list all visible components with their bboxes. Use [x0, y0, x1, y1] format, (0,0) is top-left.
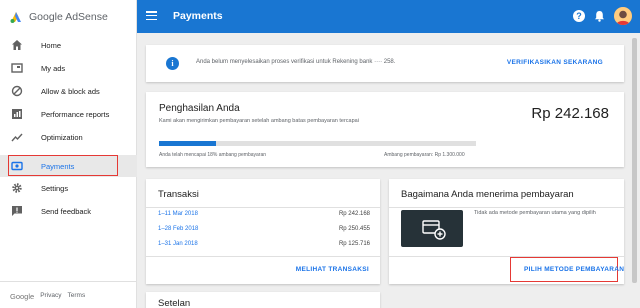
sidebar-item-label: Home — [41, 40, 62, 50]
page-title: Payments — [173, 10, 223, 22]
earnings-title: Penghasilan Anda — [159, 103, 240, 114]
transactions-card: Transaksi 1–11 Mar 2018 Rp 242.168 1–28 … — [146, 179, 380, 284]
sidebar-footer: Google Privacy Terms — [10, 292, 85, 301]
transaction-amount: Rp 125.716 — [338, 241, 370, 247]
table-row[interactable]: 1–28 Feb 2018 Rp 250.455 — [158, 226, 370, 238]
table-row[interactable]: 1–11 Mar 2018 Rp 242.168 — [158, 211, 370, 223]
menu-icon[interactable] — [146, 11, 157, 21]
earnings-subtitle: Kami akan mengirimkan pembayaran setelah… — [159, 118, 359, 124]
terms-link[interactable]: Terms — [68, 292, 86, 301]
earnings-amount: Rp 242.168 — [531, 105, 609, 122]
app-name: Google AdSense — [29, 11, 108, 23]
ads-icon — [11, 63, 23, 73]
card-divider — [389, 207, 624, 208]
sidebar-item-label: Send feedback — [41, 206, 92, 216]
transaction-amount: Rp 250.455 — [338, 226, 370, 232]
sidebar: Google AdSense Home My ads Allow & block… — [0, 0, 137, 308]
adsense-logo-icon — [10, 12, 21, 23]
verification-banner: i Anda belum menyelesaikan proses verifi… — [146, 45, 624, 82]
sidebar-item-label: Optimization — [41, 132, 83, 142]
sidebar-item-home[interactable]: Home — [0, 34, 137, 56]
reports-icon — [12, 109, 22, 119]
sidebar-item-allow-block-ads[interactable]: Allow & block ads — [0, 80, 137, 102]
info-icon: i — [166, 57, 179, 70]
earnings-card: Penghasilan Anda Kami akan mengirimkan p… — [146, 92, 624, 167]
payment-method-title: Bagaimana Anda menerima pembayaran — [401, 189, 574, 200]
verification-message: Anda belum menyelesaikan proses verifika… — [196, 59, 396, 65]
trending-icon — [11, 133, 23, 142]
transaction-date[interactable]: 1–31 Jan 2018 — [158, 241, 198, 247]
settings-card: Setelan — [146, 292, 380, 308]
sidebar-item-send-feedback[interactable]: Send feedback — [0, 200, 137, 222]
bell-icon[interactable] — [594, 10, 605, 22]
transaction-date[interactable]: 1–11 Mar 2018 — [158, 211, 198, 217]
top-app-bar: Payments ? — [137, 0, 640, 33]
settings-title: Setelan — [158, 298, 191, 308]
scrollbar[interactable] — [632, 38, 637, 283]
gear-icon — [12, 183, 22, 193]
sidebar-item-performance-reports[interactable]: Performance reports — [0, 103, 137, 125]
feedback-icon — [12, 206, 22, 216]
verify-now-button[interactable]: VERIFIKASIKAN SEKARANG — [507, 59, 603, 66]
sidebar-divider — [0, 281, 137, 282]
threshold-text: Ambang pembayaran: Rp 1.300.000 — [384, 152, 465, 158]
adsense-logo[interactable]: Google AdSense — [9, 9, 108, 25]
sidebar-item-label: My ads — [41, 63, 66, 73]
payment-threshold-progress — [159, 141, 476, 146]
sidebar-item-label: Settings — [41, 183, 69, 193]
home-icon — [12, 40, 22, 50]
transaction-date[interactable]: 1–28 Feb 2018 — [158, 226, 198, 232]
card-divider — [146, 207, 380, 208]
sidebar-item-optimization[interactable]: Optimization — [0, 126, 137, 148]
choose-payment-method-label: PILIH METODE PEMBAYARAN — [524, 266, 625, 273]
payment-card-illustration — [401, 210, 463, 247]
sidebar-item-settings[interactable]: Settings — [0, 177, 137, 199]
sidebar-item-label: Allow & block ads — [41, 86, 100, 96]
sidebar-item-my-ads[interactable]: My ads — [0, 57, 137, 79]
transactions-title: Transaksi — [158, 189, 199, 200]
privacy-link[interactable]: Privacy — [40, 292, 61, 301]
progress-fill — [159, 141, 217, 146]
block-icon — [11, 85, 23, 97]
no-payment-method-text: Tidak ada metode pembayaran utama yang d… — [474, 210, 596, 216]
payment-method-card: Bagaimana Anda menerima pembayaran Tidak… — [389, 179, 624, 284]
transaction-amount: Rp 242.168 — [338, 211, 370, 217]
choose-payment-method-button[interactable]: PILIH METODE PEMBAYARAN — [510, 257, 624, 282]
avatar-image — [614, 7, 632, 25]
card-divider — [146, 256, 380, 257]
google-wordmark: Google — [10, 292, 35, 301]
table-row[interactable]: 1–31 Jan 2018 Rp 125.716 — [158, 241, 370, 253]
view-transactions-button[interactable]: MELIHAT TRANSAKSI — [296, 266, 369, 273]
sidebar-item-label: Performance reports — [41, 109, 110, 119]
avatar[interactable] — [614, 7, 632, 25]
payments-highlight-box — [8, 155, 118, 176]
help-icon[interactable]: ? — [573, 10, 585, 22]
add-card-icon — [422, 220, 446, 240]
progress-text: Anda telah mencapai 18% ambang pembayara… — [159, 152, 267, 158]
